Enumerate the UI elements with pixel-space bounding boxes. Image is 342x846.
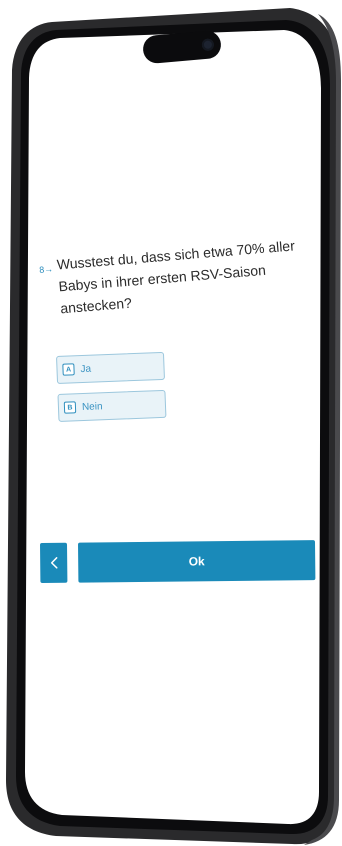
screen: 8→ Wusstest du, dass sich etwa 70% aller… (0, 0, 342, 846)
choice-nein[interactable]: B Nein (57, 389, 167, 422)
choice-label: Nein (81, 400, 103, 413)
back-button[interactable] (40, 542, 68, 583)
question-block: 8→ Wusstest du, dass sich etwa 70% aller… (38, 233, 307, 316)
choice-key: B (63, 401, 77, 414)
dynamic-island (141, 29, 223, 65)
choice-ja[interactable]: A Ja (56, 351, 165, 384)
ok-button[interactable]: Ok (77, 540, 316, 583)
question-text: Wusstest du, dass sich etwa 70% aller Ba… (56, 237, 296, 317)
camera-lens-icon (201, 38, 215, 52)
navigation-row: Ok (40, 540, 316, 583)
choice-label: Ja (80, 363, 92, 375)
answer-choices: A Ja B Nein (56, 351, 169, 432)
question-number: 8→ (38, 263, 54, 275)
chevron-left-icon (50, 557, 58, 569)
choice-key: A (62, 363, 75, 376)
phone-mockup: 8→ Wusstest du, dass sich etwa 70% aller… (0, 0, 342, 846)
